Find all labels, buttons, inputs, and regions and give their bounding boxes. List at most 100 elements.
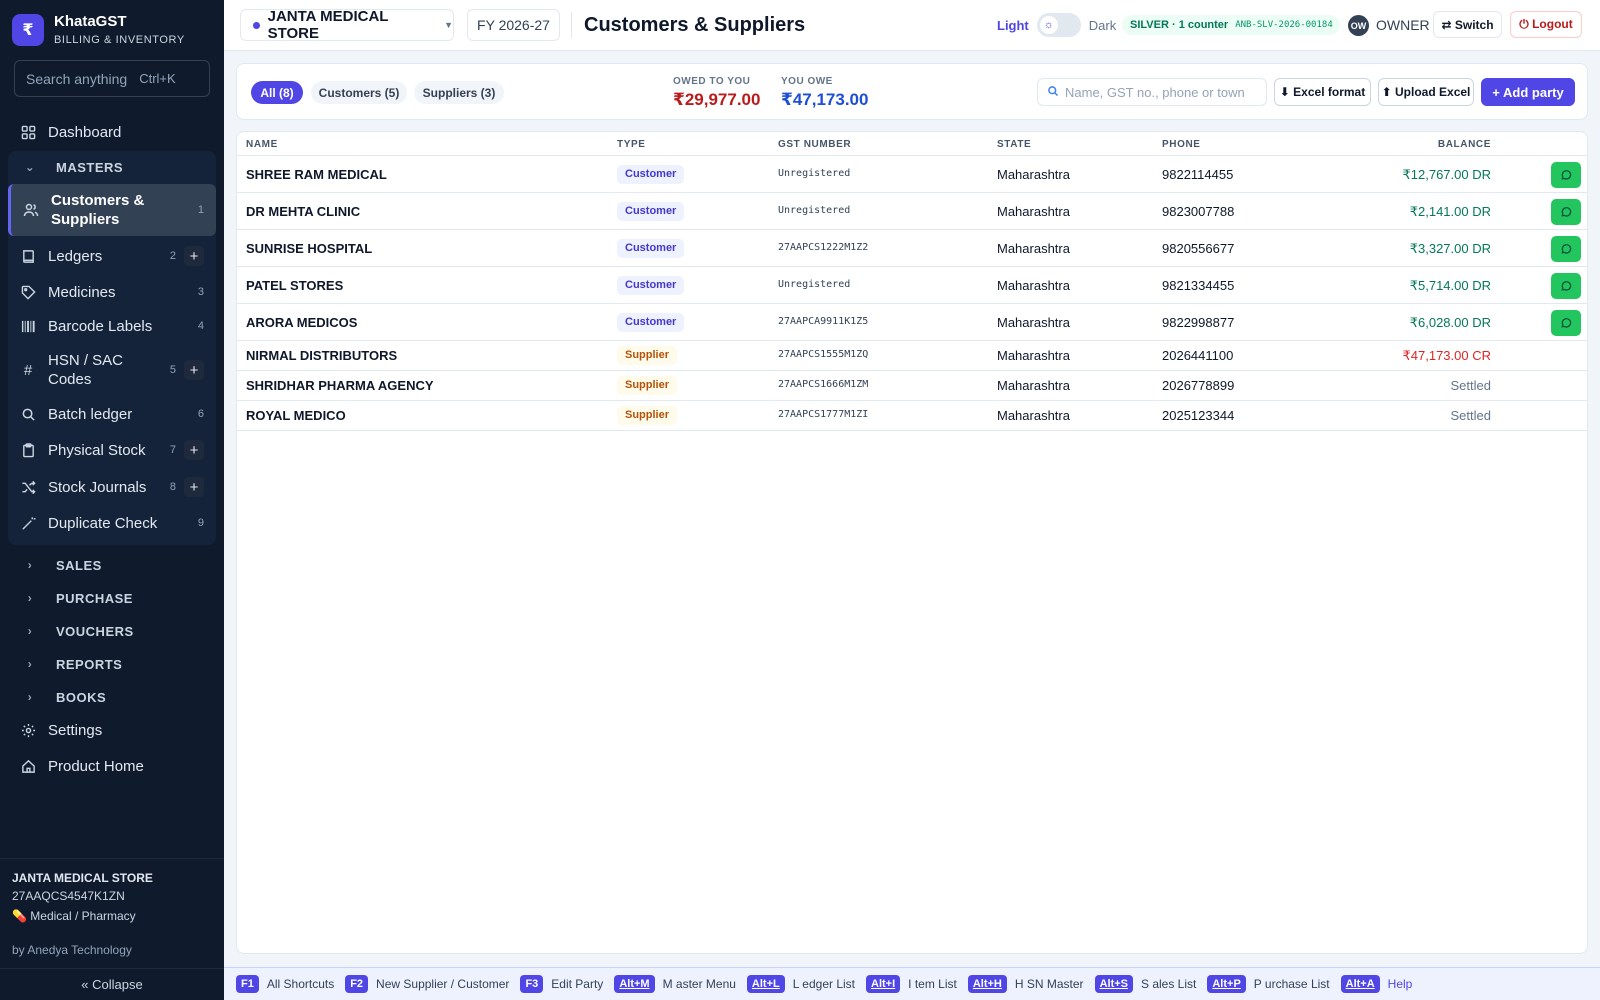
- table-row[interactable]: NIRMAL DISTRIBUTORS Supplier 27AAPCS1555M1…: [237, 341, 1587, 371]
- shortcut-item[interactable]: Alt+H H SN Master: [967, 975, 1084, 993]
- license-code: ANB-SLV-2026-00184: [1235, 20, 1333, 30]
- search-icon: [20, 406, 36, 422]
- shortcut-label: M aster Menu: [662, 977, 736, 991]
- gear-icon: [20, 722, 36, 738]
- sidebar-item-stock-journals[interactable]: Stock Journals 8 +: [8, 471, 216, 503]
- stat-value: ₹47,173.00: [781, 90, 869, 109]
- brand-name: KhataGST: [54, 13, 127, 30]
- column-header-type[interactable]: TYPE: [617, 139, 646, 150]
- company-selector[interactable]: JANTA MEDICAL STORE ▼: [240, 8, 454, 42]
- sidebar-item-ledgers[interactable]: Ledgers 2 +: [8, 240, 216, 272]
- section-purchase[interactable]: › PURCHASE: [8, 582, 216, 614]
- party-type: Supplier: [617, 376, 678, 395]
- sidebar-item-label: Medicines: [48, 283, 116, 301]
- barcode-icon: [20, 318, 36, 334]
- table-row[interactable]: DR MEHTA CLINIC Customer Unregistered Mahar…: [237, 193, 1587, 230]
- party-table: NAME TYPE GST NUMBER STATE PHONE BALANCE…: [236, 131, 1588, 954]
- header-divider: [571, 12, 572, 38]
- table-row[interactable]: SHREE RAM MEDICAL Customer Unregistered Mah…: [237, 156, 1587, 193]
- whatsapp-icon[interactable]: [1551, 236, 1581, 262]
- switch-button[interactable]: ⇄ Switch: [1433, 11, 1502, 38]
- filter-suppliers-chip[interactable]: Suppliers (3): [414, 81, 504, 104]
- shortcut-bar: F1 All Shortcuts F2 New Supplier / Customer…: [224, 967, 1600, 1000]
- section-books[interactable]: › BOOKS: [8, 681, 216, 713]
- shuffle-icon: [20, 479, 36, 495]
- party-name: PATEL STORES: [246, 278, 344, 293]
- theme-light-label[interactable]: Light: [997, 18, 1029, 33]
- add-party-button[interactable]: + Add party: [1481, 78, 1575, 106]
- sidebar-item-medicines[interactable]: Medicines 3: [8, 276, 216, 308]
- party-phone: 9822998877: [1162, 315, 1235, 330]
- section-reports[interactable]: › REPORTS: [8, 648, 216, 680]
- whatsapp-icon[interactable]: [1551, 273, 1581, 299]
- column-header-name[interactable]: NAME: [246, 139, 278, 150]
- shortcut-item[interactable]: Alt+M M aster Menu: [614, 975, 736, 993]
- party-search-input[interactable]: Name, GST no., phone or town: [1037, 78, 1267, 106]
- shortcut-item[interactable]: Alt+L L edger List: [746, 975, 855, 993]
- column-header-gst[interactable]: GST NUMBER: [778, 139, 851, 150]
- sidebar-item-batch-ledger[interactable]: Batch ledger 6: [8, 398, 216, 430]
- add-physical-stock-button[interactable]: +: [184, 440, 204, 460]
- chevron-right-icon: ›: [27, 657, 33, 671]
- table-row[interactable]: ARORA MEDICOS Customer 27AAPCA9911K1Z5 Maha…: [237, 304, 1587, 341]
- sidebar-item-settings[interactable]: Settings: [8, 714, 216, 746]
- avatar[interactable]: OW: [1348, 15, 1369, 36]
- table-row[interactable]: SHRIDHAR PHARMA AGENCY Supplier 27AAPCS166…: [237, 371, 1587, 401]
- shortcut-item[interactable]: Alt+S S ales List: [1094, 975, 1196, 993]
- section-vouchers[interactable]: › VOUCHERS: [8, 615, 216, 647]
- global-search-input[interactable]: Search anything Ctrl+K: [14, 60, 210, 97]
- sidebar-item-product-home[interactable]: Product Home: [8, 750, 216, 782]
- add-hsn-button[interactable]: +: [184, 360, 204, 380]
- brand[interactable]: ₹ KhataGST BILLING & INVENTORY: [12, 13, 185, 46]
- section-sales[interactable]: › SALES: [8, 549, 216, 581]
- column-header-phone[interactable]: PHONE: [1162, 139, 1201, 150]
- party-phone: 2025123344: [1162, 408, 1235, 423]
- sidebar-item-barcode-labels[interactable]: Barcode Labels 4: [8, 310, 216, 342]
- shortcut-item[interactable]: Alt+I I tem List: [866, 975, 957, 993]
- shortcut-item[interactable]: F2 New Supplier / Customer: [345, 975, 509, 993]
- table-row[interactable]: PATEL STORES Customer Unregistered Maharash…: [237, 267, 1587, 304]
- upload-excel-button[interactable]: ⬆ Upload Excel: [1378, 78, 1474, 106]
- excel-format-button[interactable]: ⬇ Excel format: [1274, 78, 1371, 106]
- party-toolbar: All (8) Customers (5) Suppliers (3) OWED…: [236, 63, 1588, 120]
- type-badge: Supplier: [617, 376, 678, 395]
- shortcut-item[interactable]: F1 All Shortcuts: [236, 975, 334, 993]
- shortcut-key: F1: [236, 975, 259, 993]
- whatsapp-icon[interactable]: [1551, 310, 1581, 336]
- party-type: Supplier: [617, 346, 678, 365]
- sidebar-item-hsn-sac[interactable]: # HSN / SAC Codes 5 +: [8, 350, 216, 390]
- column-header-balance[interactable]: BALANCE: [1438, 139, 1491, 150]
- shortcut-key: Alt+A: [1340, 975, 1380, 993]
- section-masters[interactable]: ⌄ MASTERS: [8, 151, 216, 183]
- sidebar-item-dashboard[interactable]: Dashboard: [8, 116, 216, 148]
- filter-customers-chip[interactable]: Customers (5): [311, 81, 407, 104]
- party-gst: 27AAPCS1777M1ZI: [778, 409, 869, 420]
- add-stock-journal-button[interactable]: +: [184, 477, 204, 497]
- shortcut-key: Alt+I: [866, 975, 901, 993]
- financial-year-selector[interactable]: FY 2026-27: [467, 9, 560, 41]
- shortcut-number: 3: [197, 286, 204, 298]
- party-state: Maharashtra: [997, 204, 1070, 219]
- collapse-sidebar-button[interactable]: « Collapse: [0, 968, 224, 1000]
- shortcut-item[interactable]: Alt+A Help: [1340, 975, 1412, 993]
- logout-button[interactable]: ⏻ Logout: [1510, 11, 1582, 38]
- theme-toggle[interactable]: ☼: [1036, 13, 1081, 37]
- status-dot-icon: [253, 21, 260, 29]
- sidebar-item-duplicate-check[interactable]: Duplicate Check 9: [8, 507, 216, 539]
- shortcut-number: 8: [169, 481, 176, 493]
- filter-all-chip[interactable]: All (8): [251, 81, 303, 104]
- table-row[interactable]: ROYAL MEDICO Supplier 27AAPCS1777M1ZI Mahar…: [237, 401, 1587, 431]
- shortcut-item[interactable]: F3 Edit Party: [520, 975, 603, 993]
- sidebar-item-customers-suppliers[interactable]: Customers & Suppliers 1: [8, 184, 216, 236]
- sidebar-item-physical-stock[interactable]: Physical Stock 7 +: [8, 434, 216, 466]
- whatsapp-icon[interactable]: [1551, 162, 1581, 188]
- whatsapp-icon[interactable]: [1551, 199, 1581, 225]
- add-ledger-button[interactable]: +: [184, 246, 204, 266]
- shortcut-number: 6: [197, 408, 204, 420]
- theme-dark-label[interactable]: Dark: [1089, 18, 1116, 33]
- hash-icon: #: [23, 361, 33, 379]
- table-row[interactable]: SUNRISE HOSPITAL Customer 27AAPCS1222M1Z2 M…: [237, 230, 1587, 267]
- column-header-state[interactable]: STATE: [997, 139, 1031, 150]
- shortcut-item[interactable]: Alt+P P urchase List: [1207, 975, 1330, 993]
- section-label: REPORTS: [56, 656, 123, 672]
